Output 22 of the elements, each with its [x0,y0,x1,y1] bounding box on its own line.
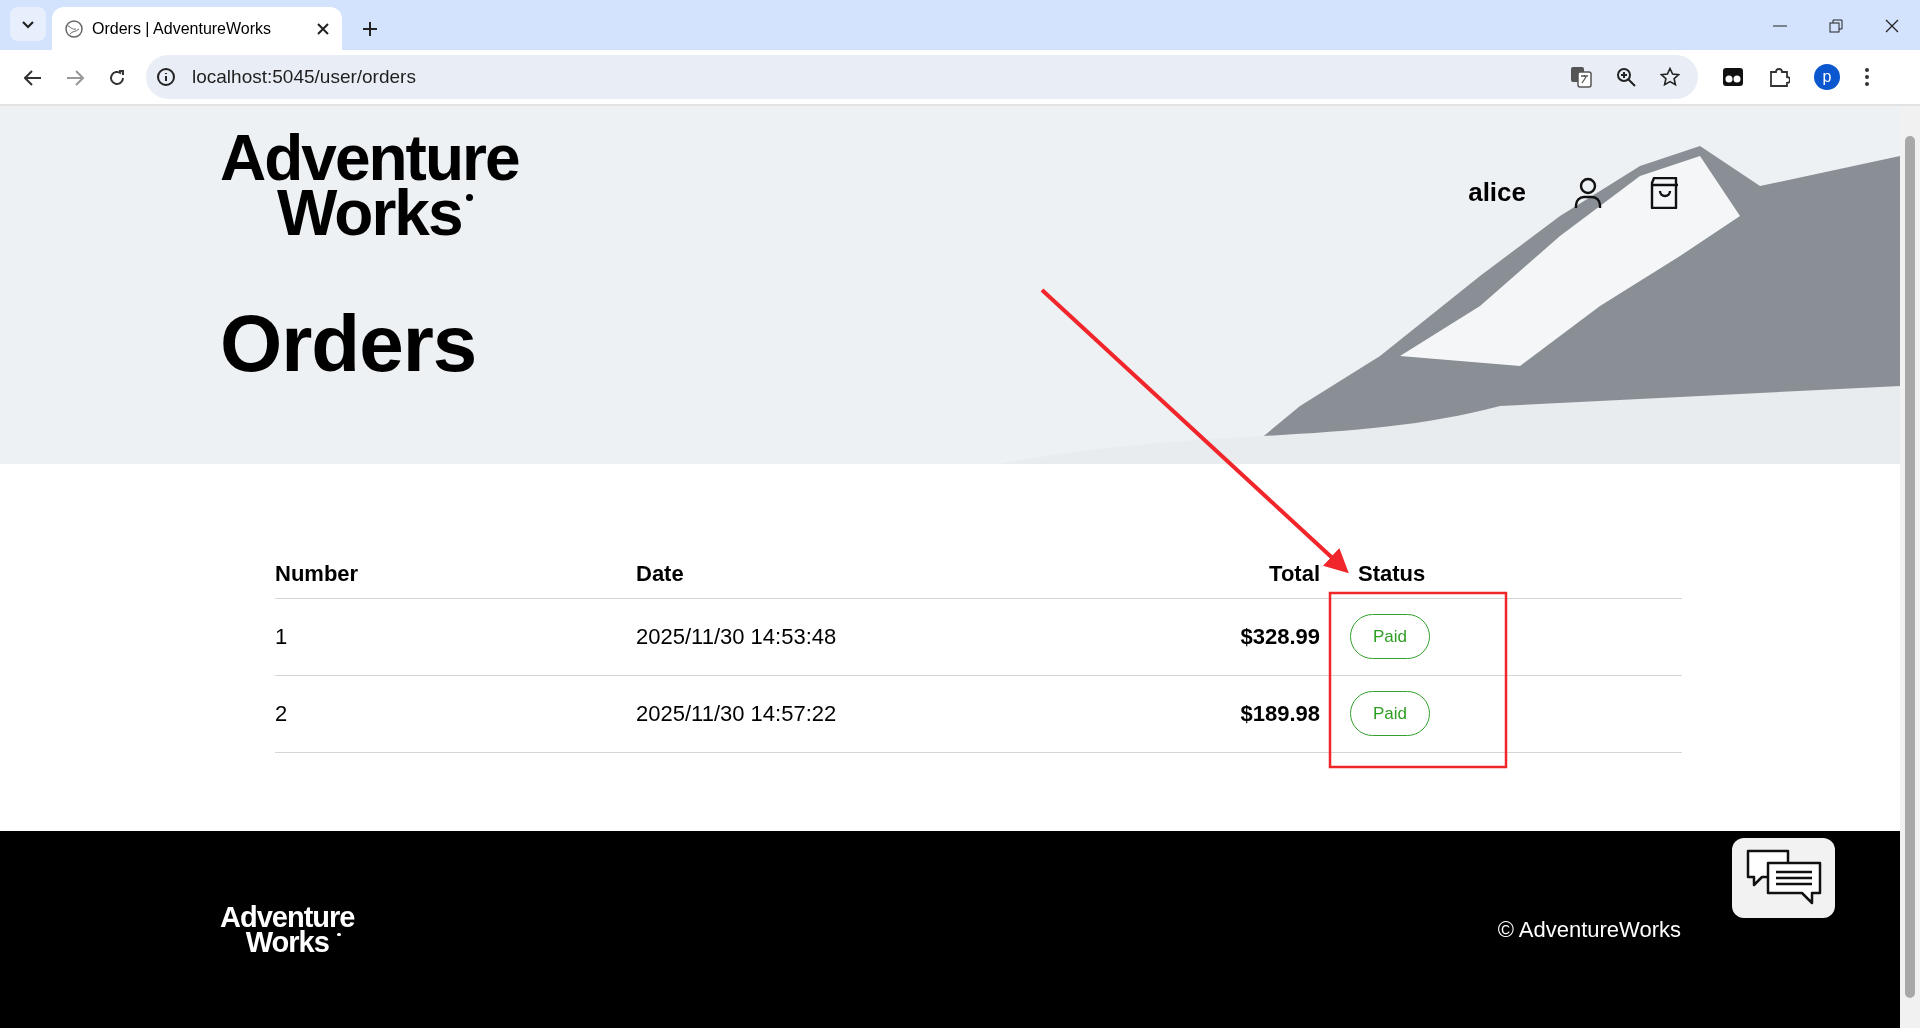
column-header: Number [275,548,636,598]
order-number: 1 [275,624,288,649]
tab-title: Orders | AdventureWorks [92,18,273,39]
copyright-text: © AdventureWorks [1497,916,1681,944]
browser-tab[interactable]: Orders | AdventureWorks [52,7,342,50]
order-date: 2025/11/30 14:57:22 [636,701,837,726]
order-total: $189.98 [1240,701,1320,726]
status-badge: Paid [1350,690,1431,737]
order-number: 2 [275,701,288,726]
order-total: $328.99 [1240,624,1320,649]
address-bar[interactable]: localhost:5045/user/orders [146,55,1698,99]
profile-avatar[interactable]: p [1814,64,1840,90]
username[interactable]: alice [1468,173,1526,212]
url-text: localhost:5045/user/orders [192,64,416,89]
column-header: Status [1320,548,1682,598]
order-date: 2025/11/30 14:53:48 [636,624,837,649]
column-header: Date [636,548,1126,598]
column-header: Total [1125,548,1320,598]
logo[interactable]: Adventure Works [220,131,519,242]
footer-logo[interactable]: Adventure Works [220,904,355,955]
status-badge: Paid [1350,613,1431,660]
page-title: Orders [220,304,478,385]
